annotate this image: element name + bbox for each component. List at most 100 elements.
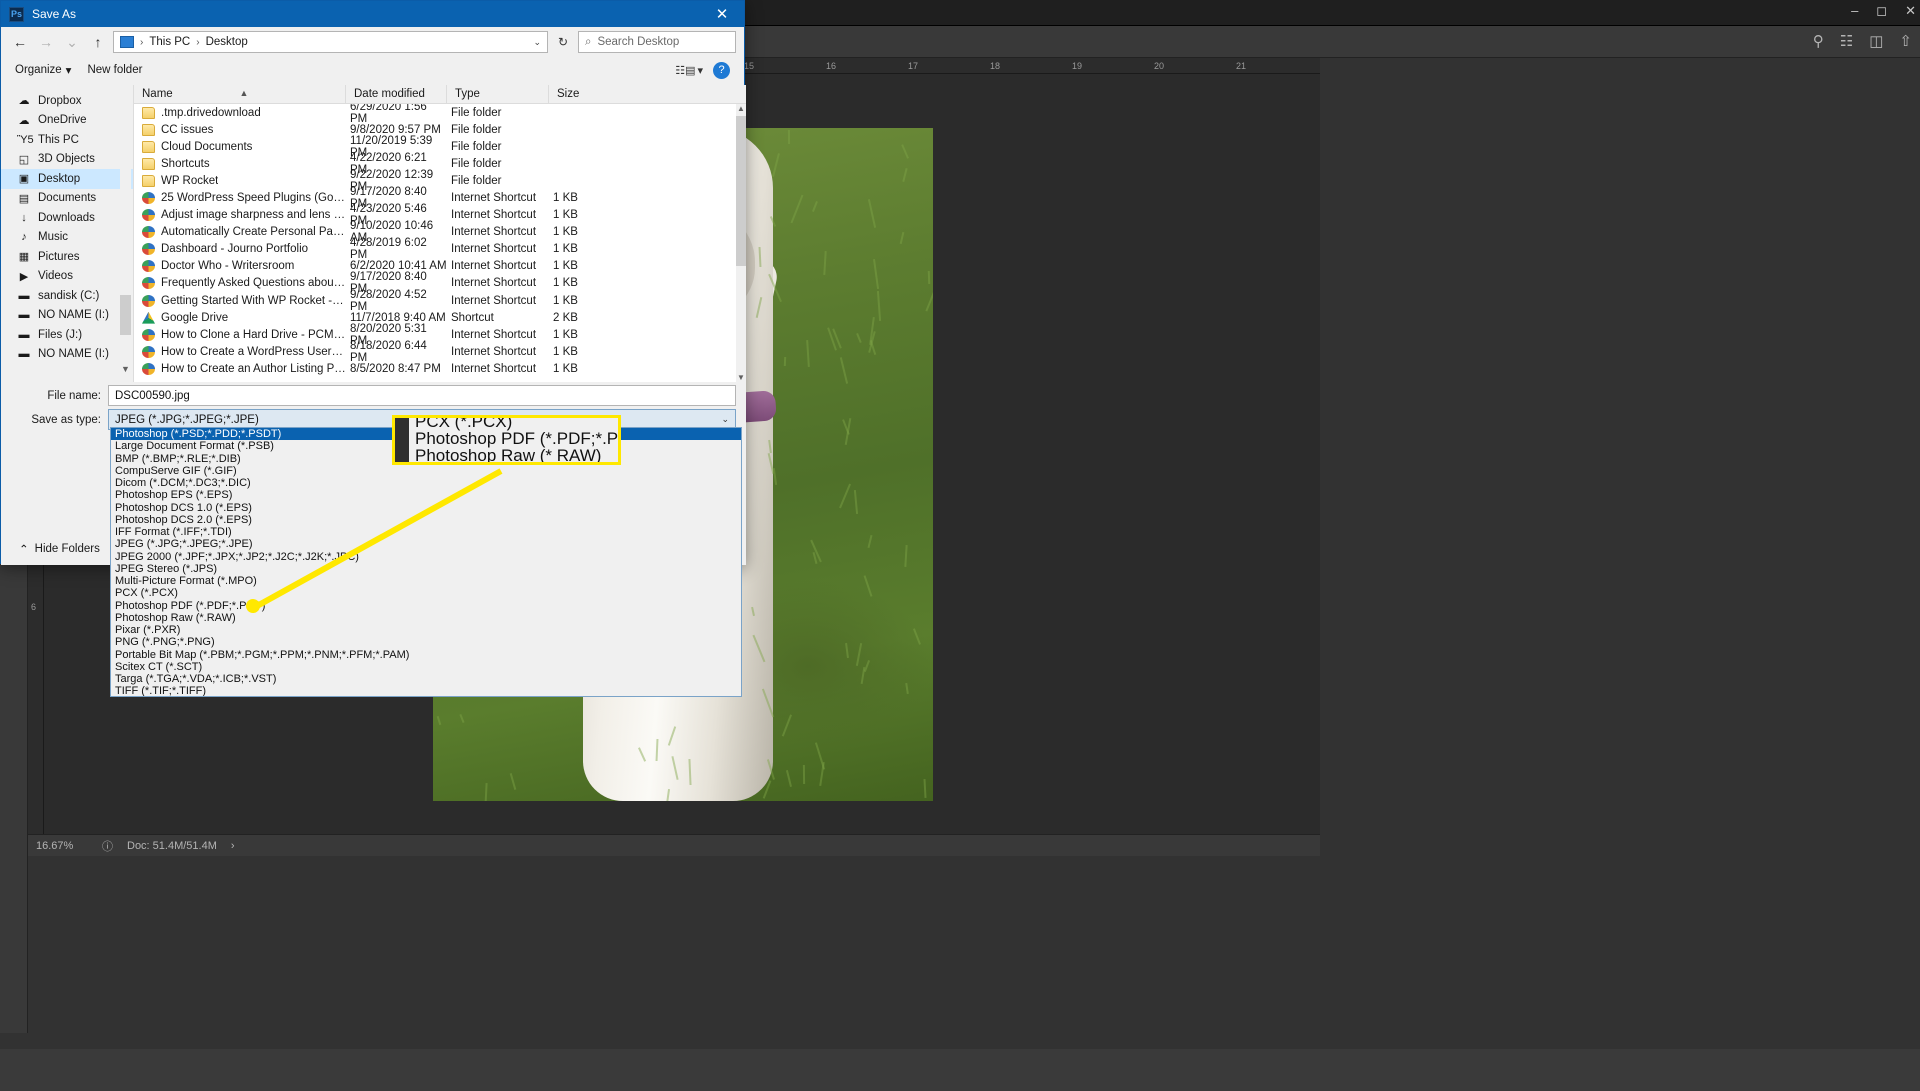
scroll-up-icon[interactable]: ▲ <box>736 104 746 113</box>
nav-item-desktop[interactable]: ▣ Desktop <box>1 169 133 189</box>
format-option[interactable]: Multi-Picture Format (*.MPO) <box>111 575 741 587</box>
format-option[interactable]: Dicom (*.DCM;*.DC3;*.DIC) <box>111 477 741 489</box>
format-option[interactable]: CompuServe GIF (*.GIF) <box>111 465 741 477</box>
file-rows[interactable]: .tmp.drivedownload 6/29/2020 1:56 PM File … <box>134 104 736 382</box>
nav-item-no-name-i[interactable]: ▬ NO NAME (I:) <box>1 306 133 326</box>
view-mode-button[interactable]: ☷▤ ▾ <box>675 64 703 77</box>
dialog-toolbar[interactable]: Organize ▾ New folder ☷▤ ▾ ? <box>1 57 744 83</box>
nav-item-files-j[interactable]: ▬ Files (J:) <box>1 325 133 345</box>
column-header-date-modified[interactable]: Date modified <box>346 85 447 104</box>
minimize-icon[interactable]: – <box>1851 3 1858 19</box>
nav-item-dropbox[interactable]: ☁ Dropbox <box>1 91 133 111</box>
format-option[interactable]: Photoshop DCS 2.0 (*.EPS) <box>111 514 741 526</box>
table-row[interactable]: How to Create an Author Listing Page for… <box>134 360 736 377</box>
table-row[interactable]: How to Create a WordPress User Registra.… <box>134 343 736 360</box>
grass-blade <box>803 765 805 784</box>
nav-item-pictures[interactable]: ▦ Pictures <box>1 247 133 267</box>
breadcrumb-desktop[interactable]: Desktop <box>206 36 248 48</box>
organize-button[interactable]: Organize ▾ <box>15 63 71 77</box>
nav-item-videos[interactable]: ▶ Videos <box>1 267 133 287</box>
options-bar-right-icons[interactable]: ⚲ ☷ ◫ ⇧ <box>1813 32 1912 50</box>
recent-locations-button[interactable]: ⌄ <box>61 31 83 53</box>
type-cell: Internet Shortcut <box>447 346 549 358</box>
nav-item-onedrive[interactable]: ☁ OneDrive <box>1 111 133 131</box>
dialog-fields: File name: DSC00590.jpg Save as type: JP… <box>1 382 746 432</box>
nav-item-downloads[interactable]: ↓ Downloads <box>1 208 133 228</box>
table-row[interactable]: Getting Started With WP Rocket - WP Ro..… <box>134 292 736 309</box>
format-option[interactable]: JPEG Stereo (*.JPS) <box>111 563 741 575</box>
zoom-level[interactable]: 16.67% <box>36 840 88 852</box>
dialog-navigation-bar[interactable]: ← → ⌄ ↑ › This PC › Desktop ⌄ ↻ ⌕ Search… <box>1 27 744 57</box>
format-option[interactable]: Photoshop DCS 1.0 (*.EPS) <box>111 502 741 514</box>
restore-icon[interactable]: ◻ <box>1876 3 1887 19</box>
breadcrumb[interactable]: › This PC › Desktop ⌄ <box>113 31 548 53</box>
share-icon[interactable]: ⇧ <box>1899 32 1912 50</box>
format-option[interactable]: IFF Format (*.IFF;*.TDI) <box>111 526 741 538</box>
file-name-cell: How to Clone a Hard Drive - PCMag <box>161 329 346 341</box>
column-header-size[interactable]: Size <box>549 85 619 104</box>
navigation-scrollbar[interactable]: ▼ <box>120 89 131 374</box>
size-cell: 1 KB <box>549 329 619 341</box>
format-option[interactable]: Targa (*.TGA;*.VDA;*.ICB;*.VST) <box>111 673 741 685</box>
format-option[interactable]: PNG (*.PNG;*.PNG) <box>111 636 741 648</box>
format-option[interactable]: Photoshop Raw (*.RAW) <box>111 612 741 624</box>
file-name-cell: Getting Started With WP Rocket - WP Ro..… <box>161 295 346 307</box>
nav-item-this-pc[interactable]: Ὓ5 This PC <box>1 130 133 150</box>
nav-item-documents[interactable]: ▤ Documents <box>1 189 133 209</box>
grid-icon[interactable]: ☷ <box>1840 32 1853 50</box>
format-option[interactable]: JPEG (*.JPG;*.JPEG;*.JPE) <box>111 538 741 550</box>
nav-item-icon: ▬ <box>17 348 31 360</box>
new-folder-button[interactable]: New folder <box>87 64 142 76</box>
close-icon[interactable]: ✕ <box>1905 3 1916 19</box>
search-input[interactable]: ⌕ Search Desktop <box>578 31 736 53</box>
scroll-down-icon[interactable]: ▼ <box>736 373 746 382</box>
column-header-name[interactable]: ▲ Name <box>134 85 346 104</box>
file-name-input[interactable]: DSC00590.jpg <box>108 385 736 406</box>
nav-item-3d-objects[interactable]: ◱ 3D Objects <box>1 150 133 170</box>
photoshop-panel-dock: Swatches History Actions ☰ ✓▾📁Lifewire S… <box>1334 58 1920 1033</box>
nav-item-no-name-i[interactable]: ▬ NO NAME (I:) <box>1 345 133 365</box>
nav-item-sandisk-c[interactable]: ▬ sandisk (C:) <box>1 286 133 306</box>
format-option[interactable]: TIFF (*.TIF;*.TIFF) <box>111 685 741 697</box>
format-dropdown-list[interactable]: Photoshop (*.PSD;*.PDD;*.PSDT) Large Docu… <box>110 427 742 697</box>
navigation-pane[interactable]: ▼ ☁ Dropbox ☁ OneDrive Ὓ5 This PC ◱ 3D Objects ▣… <box>1 85 133 382</box>
table-row[interactable]: Dashboard - Journo Portfolio 4/28/2019 6:… <box>134 241 736 258</box>
format-option[interactable]: Scitex CT (*.SCT) <box>111 661 741 673</box>
search-icon[interactable]: ⚲ <box>1813 32 1824 50</box>
status-expand-arrow[interactable]: › <box>231 840 235 852</box>
file-list-header[interactable]: ▲ Name Date modified Type Size <box>134 85 746 104</box>
file-scroll-thumb[interactable] <box>736 116 746 266</box>
back-button[interactable]: ← <box>9 31 31 53</box>
file-list-scrollbar[interactable]: ▲ ▼ <box>736 104 746 382</box>
table-row[interactable]: .tmp.drivedownload 6/29/2020 1:56 PM File … <box>134 104 736 121</box>
nav-item-label: Music <box>38 231 68 243</box>
nav-item-music[interactable]: ♪ Music <box>1 228 133 248</box>
format-option[interactable]: Photoshop PDF (*.PDF;*.PDP) <box>111 600 741 612</box>
type-cell: Internet Shortcut <box>447 363 549 375</box>
chevron-down-icon[interactable]: ⌄ <box>533 37 541 48</box>
up-button[interactable]: ↑ <box>87 31 109 53</box>
help-button[interactable]: ? <box>713 62 730 79</box>
dialog-title-bar: Ps Save As ✕ <box>1 1 744 27</box>
format-option[interactable]: Portable Bit Map (*.PBM;*.PGM;*.PPM;*.PN… <box>111 649 741 661</box>
scroll-down-icon[interactable]: ▼ <box>120 364 131 374</box>
save-as-dialog[interactable]: Ps Save As ✕ ← → ⌄ ↑ › This PC › Desktop… <box>0 0 745 564</box>
nav-scroll-thumb[interactable] <box>120 295 131 335</box>
format-option[interactable]: Pixar (*.PXR) <box>111 624 741 636</box>
type-cell: Internet Shortcut <box>447 209 549 221</box>
nav-item-icon: ▣ <box>17 172 31 185</box>
close-icon[interactable]: ✕ <box>700 1 744 27</box>
workspace-icon[interactable]: ◫ <box>1869 32 1883 50</box>
window-controls[interactable]: – ◻ ✕ <box>1851 3 1916 19</box>
file-list-pane[interactable]: ▲ Name Date modified Type Size .tmp.driv… <box>133 85 746 382</box>
format-option[interactable]: Photoshop EPS (*.EPS) <box>111 489 741 501</box>
type-cell: Internet Shortcut <box>447 260 549 272</box>
hide-folders-button[interactable]: ⌃ Hide Folders <box>19 542 100 556</box>
forward-button[interactable]: → <box>35 31 57 53</box>
breadcrumb-this-pc[interactable]: This PC <box>149 36 190 48</box>
column-header-type[interactable]: Type <box>447 85 549 104</box>
refresh-button[interactable]: ↻ <box>552 31 574 53</box>
format-option[interactable]: PCX (*.PCX) <box>111 587 741 599</box>
toolbar-right-group[interactable]: ☷▤ ▾ ? <box>675 62 730 79</box>
format-option[interactable]: JPEG 2000 (*.JPF;*.JPX;*.JP2;*.J2C;*.J2K… <box>111 551 741 563</box>
